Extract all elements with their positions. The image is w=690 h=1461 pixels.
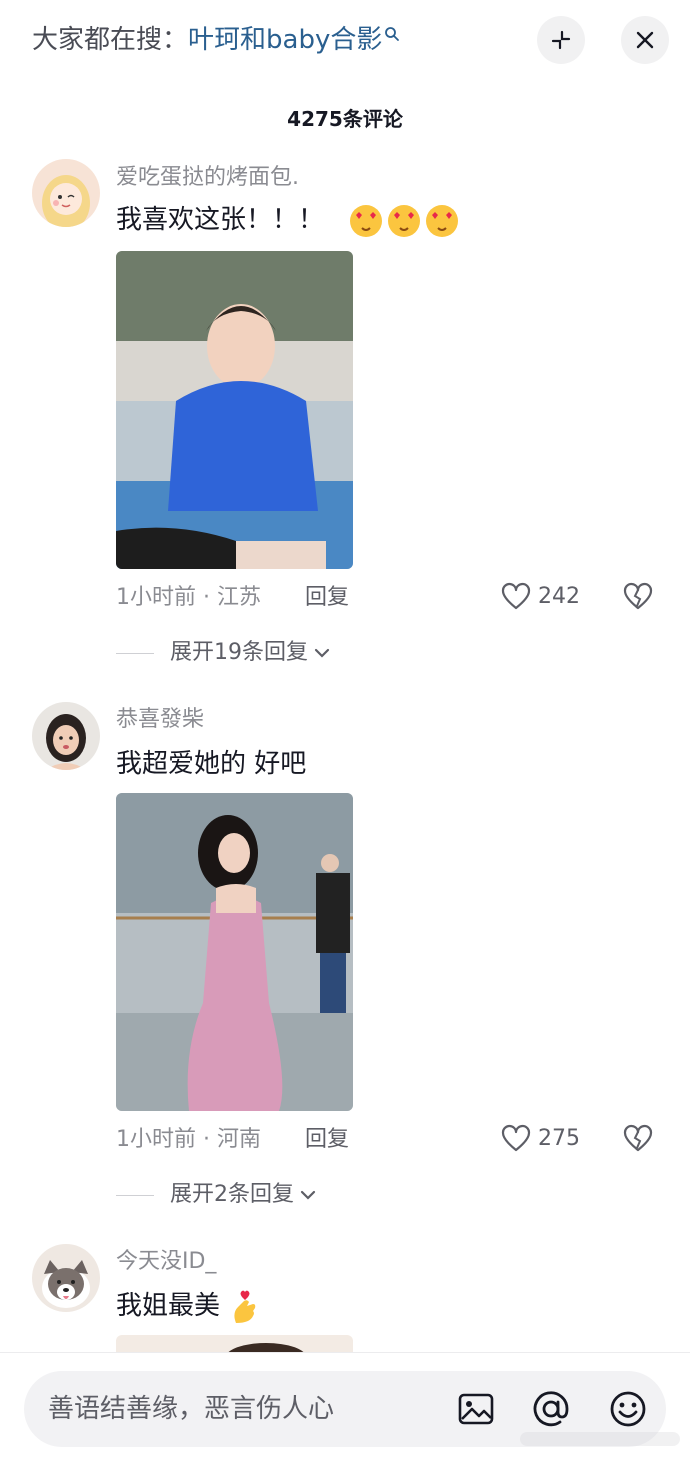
heart-eyes-emoji <box>350 204 459 237</box>
comment-input-placeholder: 善语结善缘，恶言伤人心 <box>48 1394 335 1424</box>
broken-heart-icon[interactable] <box>622 581 654 613</box>
expand-replies-button[interactable]: 展开2条回复 <box>116 1180 318 1210</box>
comment-count: 4275条评论 <box>287 107 403 131</box>
collapse-button[interactable] <box>537 16 585 64</box>
comment-text: 我喜欢这张！！！ <box>116 200 462 240</box>
hot-search-term[interactable]: 叶珂和baby合影 <box>188 25 382 55</box>
comment-time-location: 1小时前 · 河南 <box>116 1127 261 1152</box>
comment-username[interactable]: 爱吃蛋挞的烤面包. <box>116 163 299 193</box>
comment-photo[interactable] <box>116 1335 353 1352</box>
expand-replies-label: 展开19条回复 <box>170 640 308 665</box>
like-button[interactable]: 242 <box>500 581 580 613</box>
divider <box>116 1194 154 1196</box>
like-count: 242 <box>538 584 580 609</box>
at-icon[interactable] <box>532 1390 570 1428</box>
comment-time-location: 1小时前 · 江苏 <box>116 585 261 610</box>
comment-text: 我姐最美 <box>116 1286 262 1326</box>
top-bar: 大家都在搜：叶珂和baby合影 <box>0 0 690 82</box>
heart-icon <box>501 1124 531 1152</box>
expand-replies-button[interactable]: 展开19条回复 <box>116 638 332 668</box>
avatar[interactable] <box>32 1244 100 1312</box>
hot-search-prefix: 大家都在搜： <box>32 25 189 55</box>
close-icon <box>636 31 654 49</box>
close-button[interactable] <box>621 16 669 64</box>
image-icon[interactable] <box>457 1390 495 1428</box>
watermark <box>520 1432 680 1446</box>
chevron-down-icon <box>300 1190 316 1200</box>
like-button[interactable]: 275 <box>500 1123 580 1155</box>
search-icon <box>385 27 400 41</box>
comment-photo[interactable] <box>116 251 353 569</box>
comment-text: 我超爱她的 好吧 <box>116 749 307 779</box>
reply-button[interactable]: 回复 <box>305 583 349 613</box>
emoji-icon[interactable] <box>609 1390 647 1428</box>
reply-button[interactable]: 回复 <box>305 1125 349 1155</box>
heart-icon <box>501 582 531 610</box>
finger-heart-emoji <box>234 1290 256 1323</box>
avatar[interactable] <box>32 159 100 227</box>
comment-username[interactable]: 恭喜發柴 <box>116 705 204 735</box>
comment-text-body: 我喜欢这张！！！ <box>116 205 325 235</box>
like-count: 275 <box>538 1126 580 1151</box>
comment-text-body: 我姐最美 <box>116 1291 221 1321</box>
expand-replies-label: 展开2条回复 <box>170 1182 294 1207</box>
broken-heart-icon[interactable] <box>622 1123 654 1155</box>
comment-photo[interactable] <box>116 793 353 1111</box>
comment-username[interactable]: 今天没ID_ <box>116 1247 216 1277</box>
chevron-down-icon <box>314 648 330 658</box>
avatar[interactable] <box>32 702 100 770</box>
hot-search[interactable]: 大家都在搜：叶珂和baby合影 <box>32 22 400 58</box>
collapse-icon <box>551 30 571 50</box>
divider <box>116 652 154 654</box>
